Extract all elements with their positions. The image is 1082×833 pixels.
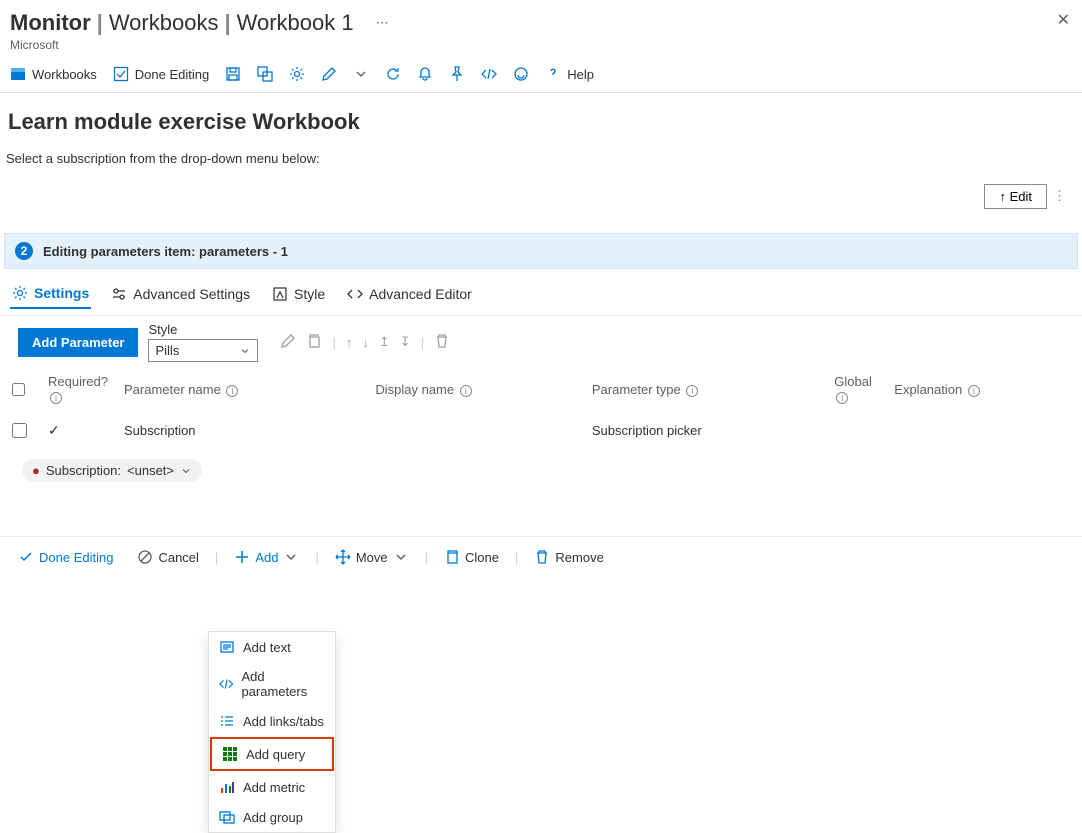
alert-icon[interactable] <box>417 66 433 82</box>
col-name: Parameter name i <box>116 368 367 410</box>
ctx-add-metric[interactable]: Add metric <box>209 772 335 802</box>
provider-label: Microsoft <box>10 38 1072 52</box>
editing-banner: 2 Editing parameters item: parameters - … <box>4 233 1078 269</box>
row-checkbox[interactable] <box>12 423 27 438</box>
cell-param-type: Subscription picker <box>584 410 826 451</box>
mini-delete-icon[interactable] <box>434 333 450 352</box>
mini-bottom-icon[interactable]: ↧ <box>400 334 411 350</box>
col-global: Globali <box>826 368 886 410</box>
help-button[interactable]: Help <box>545 66 594 82</box>
col-type: Parameter type i <box>584 368 826 410</box>
edit-pencil-icon[interactable] <box>321 66 337 82</box>
command-bar: Workbooks Done Editing Help <box>0 52 1082 93</box>
tab-style[interactable]: Style <box>270 279 327 309</box>
tab-advanced-settings[interactable]: Advanced Settings <box>109 279 252 309</box>
mini-edit-icon[interactable] <box>280 333 296 352</box>
mini-top-icon[interactable]: ↥ <box>379 334 390 350</box>
subscription-pill[interactable]: ● Subscription: <unset> <box>22 459 202 482</box>
more-icon[interactable]: ⋯ <box>376 15 389 31</box>
cancel-button[interactable]: Cancel <box>129 545 206 569</box>
info-icon[interactable]: i <box>460 385 472 397</box>
parameters-table: Required?i Parameter name i Display name… <box>0 368 1082 451</box>
mini-down-icon[interactable]: ↓ <box>362 335 369 350</box>
add-button[interactable]: Add <box>226 545 307 569</box>
breadcrumb-monitor[interactable]: Monitor <box>10 10 91 36</box>
breadcrumb-workbooks[interactable]: Workbooks <box>109 10 219 36</box>
pin-toolbar-icon[interactable] <box>449 66 465 82</box>
bottom-bar: Done Editing Cancel | Add | Move | Clone… <box>0 536 1082 577</box>
save-as-icon[interactable] <box>257 66 273 82</box>
error-icon: ● <box>32 463 40 478</box>
breadcrumb-current: Workbook 1 <box>237 10 354 36</box>
mini-up-icon[interactable]: ↑ <box>346 335 353 350</box>
tab-settings[interactable]: Settings <box>10 279 91 309</box>
workbook-description: Select a subscription from the drop-down… <box>0 141 1082 176</box>
code-icon[interactable] <box>481 66 497 82</box>
close-icon[interactable]: ✕ <box>1057 10 1070 30</box>
editing-label: Editing parameters item: parameters - 1 <box>43 244 288 259</box>
info-icon[interactable]: i <box>968 385 980 397</box>
remove-button[interactable]: Remove <box>526 545 611 569</box>
required-check-icon: ✓ <box>48 422 60 438</box>
style-label: Style <box>148 322 258 337</box>
col-required: Required?i <box>40 368 116 410</box>
info-icon[interactable]: i <box>50 392 62 404</box>
table-row[interactable]: ✓ Subscription Subscription picker <box>0 410 1082 451</box>
info-icon[interactable]: i <box>686 385 698 397</box>
mini-copy-icon[interactable] <box>306 333 322 352</box>
workbook-title: Learn module exercise Workbook <box>0 93 1082 141</box>
clone-button[interactable]: Clone <box>436 545 507 569</box>
col-display: Display name i <box>367 368 584 410</box>
select-all-checkbox[interactable] <box>12 383 25 396</box>
edit-button[interactable]: Edit <box>984 184 1047 209</box>
ctx-add-query[interactable]: Add query <box>210 737 334 771</box>
settings-gear-icon[interactable] <box>289 66 305 82</box>
workbooks-button[interactable]: Workbooks <box>10 66 97 82</box>
done-editing-bottom[interactable]: Done Editing <box>10 545 121 569</box>
move-button[interactable]: Move <box>327 545 417 569</box>
save-icon[interactable] <box>225 66 241 82</box>
info-icon[interactable]: i <box>226 385 238 397</box>
breadcrumb: Monitor | Workbooks | Workbook 1 ⋯ <box>10 10 1072 36</box>
add-parameter-button[interactable]: Add Parameter <box>18 328 138 357</box>
info-icon[interactable]: i <box>836 392 848 404</box>
chevron-down-icon[interactable] <box>353 66 369 82</box>
cell-param-name: Subscription <box>116 410 367 451</box>
param-toolbar: Add Parameter Style Pills | ↑ ↓ ↥ ↧ | <box>0 316 1082 368</box>
editor-tabs: Settings Advanced Settings Style Advance… <box>0 273 1082 316</box>
step-badge: 2 <box>15 242 33 260</box>
style-select[interactable]: Pills <box>148 339 258 362</box>
tab-advanced-editor[interactable]: Advanced Editor <box>345 279 474 309</box>
ctx-add-links[interactable]: Add links/tabs <box>209 706 335 736</box>
add-context-menu: Add text Add parameters Add links/tabs A… <box>208 631 336 833</box>
refresh-icon[interactable] <box>385 66 401 82</box>
feedback-icon[interactable] <box>513 66 529 82</box>
ctx-add-text[interactable]: Add text <box>209 632 335 662</box>
done-editing-button[interactable]: Done Editing <box>113 66 209 82</box>
ctx-add-group[interactable]: Add group <box>209 802 335 832</box>
col-explanation: Explanation i <box>886 368 1082 410</box>
ctx-add-parameters[interactable]: Add parameters <box>209 662 335 706</box>
